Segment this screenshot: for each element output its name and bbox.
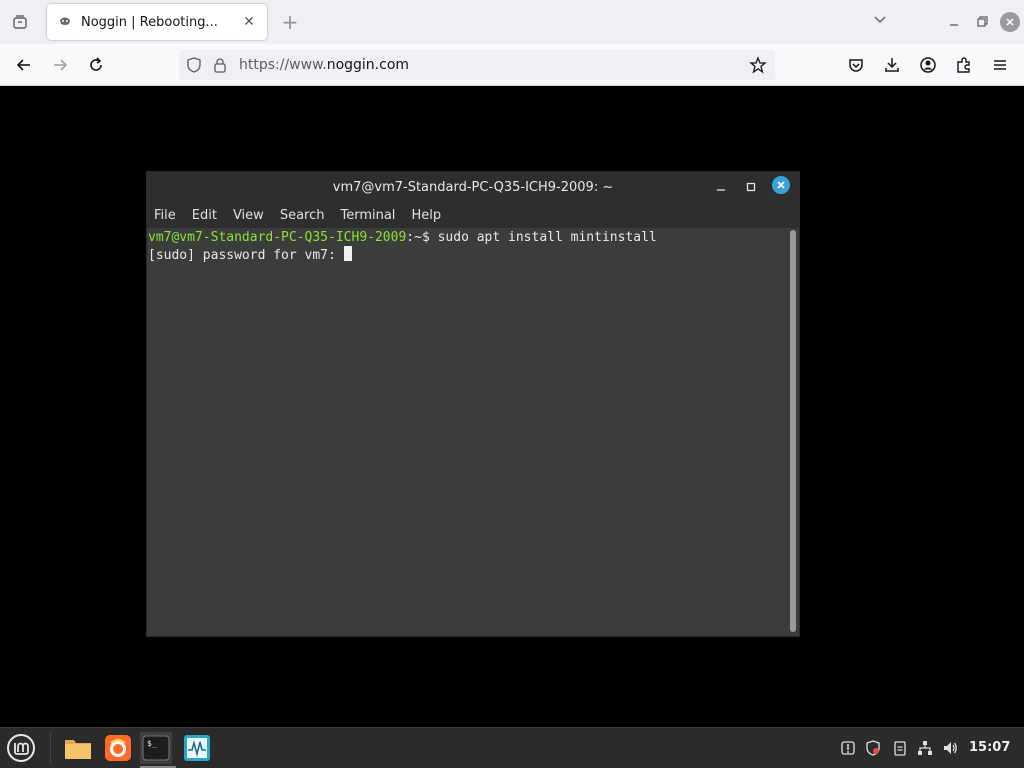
tab-list-icon[interactable] [8, 10, 32, 34]
menu-terminal[interactable]: Terminal [340, 208, 395, 223]
browser-tab-active[interactable]: Noggin | Rebooting... ✕ [47, 4, 267, 40]
tab-close-icon[interactable]: ✕ [241, 14, 257, 30]
restore-window-icon[interactable] [972, 12, 992, 32]
update-manager-icon[interactable] [840, 740, 856, 756]
new-tab-icon[interactable]: + [280, 12, 300, 32]
site-favicon-icon [57, 14, 73, 30]
terminal-icon[interactable]: $_ [140, 732, 176, 768]
bookmark-star-icon[interactable] [749, 56, 767, 74]
mint-menu-icon[interactable] [6, 733, 36, 763]
terminal-menubar: File Edit View Search Terminal Help [147, 202, 799, 228]
menu-edit[interactable]: Edit [192, 208, 217, 223]
system-monitor-icon[interactable] [181, 732, 213, 764]
chevron-down-icon[interactable] [872, 12, 888, 28]
clipboard-icon[interactable] [892, 740, 908, 756]
prompt-path: :~ [406, 230, 422, 245]
lock-icon[interactable] [211, 56, 229, 74]
downloads-icon[interactable] [880, 53, 904, 77]
url-bar[interactable]: https://www.noggin.com [179, 50, 775, 80]
close-window-icon[interactable] [1000, 12, 1020, 32]
extensions-icon[interactable] [952, 53, 976, 77]
account-icon[interactable] [916, 53, 940, 77]
terminal-line: vm7@vm7-Standard-PC-Q35-ICH9-2009:~$ sud… [148, 229, 799, 246]
terminal-output[interactable]: vm7@vm7-Standard-PC-Q35-ICH9-2009:~$ sud… [147, 228, 799, 636]
terminal-scrollbar[interactable] [790, 230, 796, 632]
menu-search[interactable]: Search [280, 208, 325, 223]
firefox-icon[interactable] [102, 732, 134, 764]
forward-arrow-icon[interactable] [48, 53, 72, 77]
minimize-window-icon[interactable] [944, 12, 964, 32]
hamburger-menu-icon[interactable] [988, 53, 1012, 77]
password-prompt: [sudo] password for vm7: [148, 248, 344, 263]
browser-toolbar: https://www.noggin.com [0, 44, 1024, 86]
menu-view[interactable]: View [233, 208, 264, 223]
prompt-user-host: vm7@vm7-Standard-PC-Q35-ICH9-2009 [148, 230, 407, 245]
taskbar-separator [50, 732, 51, 764]
clock[interactable]: 15:07 [969, 740, 1010, 755]
pocket-icon[interactable] [844, 53, 868, 77]
tab-title: Noggin | Rebooting... [81, 14, 218, 30]
command-text: $ sudo apt install mintinstall [421, 230, 657, 245]
reload-icon[interactable] [84, 53, 108, 77]
terminal-close-icon[interactable] [772, 176, 790, 194]
url-text[interactable]: https://www.noggin.com [239, 57, 409, 73]
volume-icon[interactable] [942, 740, 958, 756]
browser-tab-bar: Noggin | Rebooting... ✕ + [0, 0, 1024, 44]
taskbar: $_ 15:07 [0, 727, 1024, 768]
terminal-minimize-icon[interactable] [713, 179, 729, 195]
network-icon[interactable] [917, 740, 933, 756]
menu-help[interactable]: Help [411, 208, 441, 223]
menu-file[interactable]: File [154, 208, 176, 223]
shield-icon[interactable] [185, 56, 203, 74]
svg-text:$_: $_ [147, 739, 157, 748]
terminal-line: [sudo] password for vm7: [148, 246, 799, 263]
files-icon[interactable] [62, 732, 94, 764]
terminal-titlebar[interactable]: vm7@vm7-Standard-PC-Q35-ICH9-2009: ~ [147, 172, 799, 202]
terminal-window: vm7@vm7-Standard-PC-Q35-ICH9-2009: ~ Fil… [146, 171, 800, 637]
terminal-maximize-icon[interactable] [743, 179, 759, 195]
shield-icon[interactable] [865, 740, 881, 756]
text-cursor [343, 246, 352, 261]
terminal-title: vm7@vm7-Standard-PC-Q35-ICH9-2009: ~ [332, 179, 614, 195]
back-arrow-icon[interactable] [12, 53, 36, 77]
